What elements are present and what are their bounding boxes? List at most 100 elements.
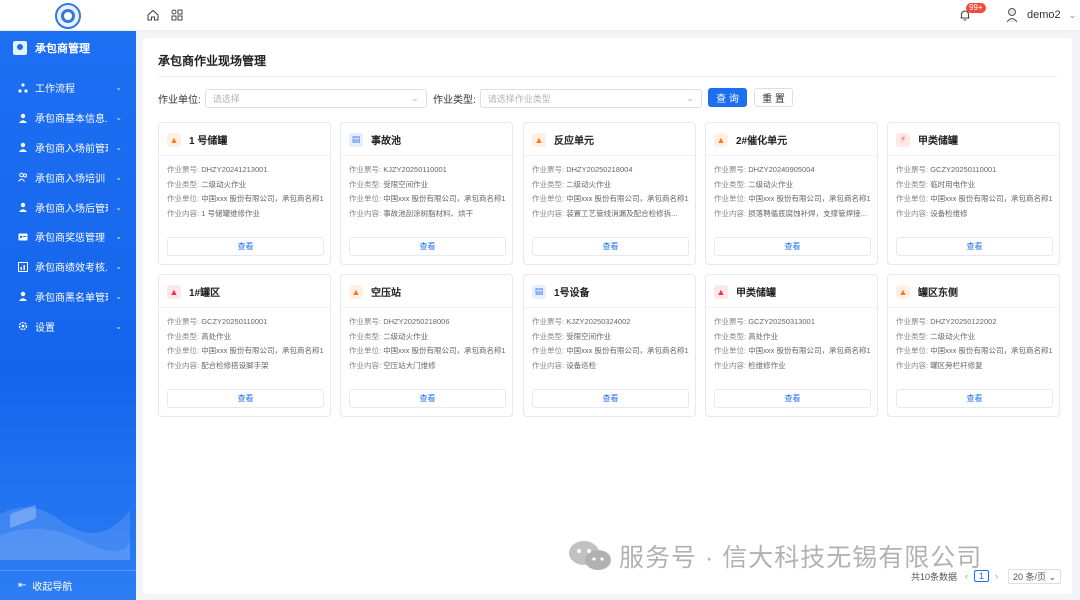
field-label: 作业单位:	[896, 194, 929, 203]
gear-icon	[18, 321, 28, 331]
field-value: 设备检维修	[930, 209, 968, 218]
card-field-ticket: 作业票号: DHZY20250122002	[896, 316, 1054, 327]
field-value: 二级动火作业	[201, 180, 247, 189]
view-button[interactable]: 查看	[714, 389, 871, 408]
sidebar-header[interactable]: 承包商管理	[0, 31, 136, 65]
chevron-down-icon: ⌄	[1068, 9, 1077, 20]
view-button[interactable]: 查看	[349, 389, 506, 408]
card-field-content: 作业内容: 损落聘循底腐蚀补焊，支撑管焊接...	[714, 208, 872, 219]
card-field-type: 作业类型: 二级动火作业	[896, 331, 1054, 342]
field-value: GCZY20250110001	[201, 317, 268, 326]
field-value: 罐区旁栏杆修复	[930, 361, 983, 370]
sidebar-item-5[interactable]: 承包商奖惩管理 ⌄	[0, 222, 136, 252]
field-label: 作业单位:	[349, 346, 382, 355]
card-field-type: 作业类型: 受限空间作业	[532, 331, 690, 342]
next-page-icon[interactable]: ›	[995, 571, 998, 581]
notification-button[interactable]: 99+	[958, 3, 986, 24]
view-button[interactable]: 查看	[349, 237, 506, 256]
card-field-type: 作业类型: 二级动火作业	[349, 331, 507, 342]
chevron-down-icon: ⌄	[686, 92, 694, 103]
users-icon	[18, 172, 28, 183]
document-icon: ▤	[532, 284, 546, 299]
main-panel: 承包商作业现场管理 作业单位: 请选择 ⌄ 作业类型: 请选择作业类型 ⌄ 查 …	[143, 38, 1072, 594]
card-field-content: 作业内容: 装置工艺管线消漏及配合检修拆...	[532, 208, 690, 219]
top-header: 99+ demo2 ⌄	[0, 0, 1080, 31]
page-size-select[interactable]: 20 条/页 ⌄	[1008, 568, 1062, 584]
field-value: DHZY20241213001	[201, 165, 268, 174]
sidebar-item-0[interactable]: 工作流程 ⌄	[0, 73, 136, 103]
field-label: 作业内容:	[714, 361, 747, 370]
field-value: 二级动火作业	[748, 180, 794, 189]
field-value: 事故池刮涂树脂材料、烘干	[383, 209, 474, 218]
card-field-ticket: 作业票号: GCZY20250110001	[896, 164, 1054, 175]
view-button[interactable]: 查看	[896, 389, 1053, 408]
card-field-unit: 作业单位: 中国xxx 股份有限公司，承包商名称1	[167, 345, 325, 356]
user-name: demo2	[1027, 9, 1061, 21]
sidebar-item-8[interactable]: 设置 ⌄	[0, 311, 136, 341]
field-label: 作业票号:	[349, 317, 382, 326]
card-title: 1号设备	[554, 288, 590, 299]
user-icon	[18, 202, 28, 213]
field-label: 作业类型:	[532, 180, 565, 189]
field-value: 中国xxx 股份有限公司，承包商名称1	[748, 346, 871, 355]
unit-select[interactable]: 请选择 ⌄	[204, 88, 427, 108]
view-button[interactable]: 查看	[532, 389, 689, 408]
page-number-current[interactable]: 1	[974, 570, 990, 582]
field-label: 作业类型:	[167, 332, 200, 341]
field-value: 受限空间作业	[383, 180, 429, 189]
workflow-icon	[18, 83, 28, 93]
sidebar-item-label: 承包商黑名单管理	[35, 292, 109, 304]
prev-page-icon[interactable]: ‹	[965, 571, 968, 581]
electric-icon: ⚡	[896, 132, 910, 147]
work-card: ▤ 1号设备 作业票号: KJZY20250324002 作业类型: 受限空间作业 作业…	[523, 274, 696, 417]
type-select[interactable]: 请选择作业类型 ⌄	[479, 88, 702, 108]
user-menu[interactable]: demo2 ⌄	[1005, 7, 1076, 23]
view-button[interactable]: 查看	[167, 389, 324, 408]
card-field-unit: 作业单位: 中国xxx 股份有限公司，承包商名称1	[532, 345, 690, 356]
field-value: 二级动火作业	[566, 180, 612, 189]
collapse-nav-button[interactable]: ⇤ 收起导航	[0, 570, 136, 600]
card-field-content: 作业内容: 设备巡检	[532, 360, 690, 371]
reset-button[interactable]: 重 置	[754, 88, 793, 107]
height-work-icon: ▲	[714, 284, 728, 299]
field-value: 检维修作业	[748, 361, 786, 370]
sidebar-item-6[interactable]: 承包商绩效考核... ⌄	[0, 252, 136, 282]
view-button[interactable]: 查看	[532, 237, 689, 256]
collapse-icon: ⇤	[18, 580, 27, 591]
avatar	[1006, 8, 1018, 23]
field-value: 装置工艺管线消漏及配合检修拆...	[566, 209, 678, 218]
apps-grid-icon[interactable]	[170, 8, 184, 22]
card-header: ▲ 反应单元	[532, 132, 594, 147]
home-icon[interactable]	[146, 8, 160, 22]
page-title: 承包商作业现场管理	[158, 54, 267, 68]
field-value: 中国xxx 股份有限公司，承包商名称1	[383, 346, 506, 355]
sidebar-item-2[interactable]: 承包商入场前管理 ⌄	[0, 133, 136, 163]
card-field-ticket: 作业票号: DHZY20241213001	[167, 164, 325, 175]
view-button[interactable]: 查看	[896, 237, 1053, 256]
card-field-ticket: 作业票号: GCZY20250313001	[714, 316, 872, 327]
filter-type: 作业类型: 请选择作业类型 ⌄	[433, 88, 702, 108]
chevron-down-icon: ⌄	[115, 262, 122, 272]
field-value: 中国xxx 股份有限公司，承包商名称1	[930, 194, 1053, 203]
filter-type-label: 作业类型:	[433, 94, 476, 106]
view-button[interactable]: 查看	[167, 237, 324, 256]
chevron-down-icon: ⌄	[115, 232, 122, 242]
work-card: ⚡ 甲类储罐 作业票号: GCZY20250110001 作业类型: 临时用电作业 作业…	[887, 122, 1060, 265]
field-value: 中国xxx 股份有限公司，承包商名称1	[748, 194, 871, 203]
sidebar-item-label: 承包商入场培训	[35, 173, 105, 185]
sidebar-item-1[interactable]: 承包商基本信息... ⌄	[0, 103, 136, 133]
sidebar-item-3[interactable]: 承包商入场培训 ⌄	[0, 162, 136, 192]
field-label: 作业单位:	[532, 346, 565, 355]
field-value: 设备巡检	[566, 361, 597, 370]
field-value: 损落聘循底腐蚀补焊，支撑管焊接...	[748, 209, 867, 218]
view-button[interactable]: 查看	[714, 237, 871, 256]
field-label: 作业内容:	[167, 361, 200, 370]
work-card: ▲ 反应单元 作业票号: DHZY20250218004 作业类型: 二级动火作业 作业…	[523, 122, 696, 265]
sidebar-item-7[interactable]: 承包商黑名单管理 ⌄	[0, 282, 136, 312]
field-label: 作业票号:	[532, 317, 565, 326]
sidebar-item-label: 承包商绩效考核...	[35, 263, 109, 275]
search-button[interactable]: 查 询	[708, 88, 747, 107]
sidebar-item-4[interactable]: 承包商入场后管理 ⌄	[0, 192, 136, 222]
field-label: 作业单位:	[349, 194, 382, 203]
field-value: GCZY20250313001	[748, 317, 815, 326]
